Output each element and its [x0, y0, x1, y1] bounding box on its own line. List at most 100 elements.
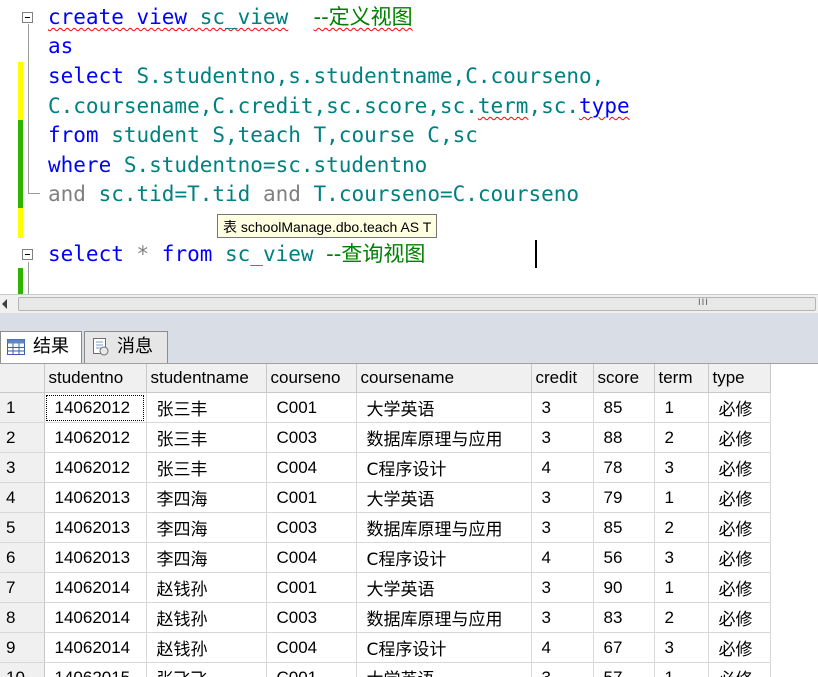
- row-number[interactable]: 5: [0, 512, 45, 543]
- table-cell[interactable]: 必修: [708, 602, 771, 633]
- table-cell[interactable]: 2: [654, 512, 709, 543]
- table-cell[interactable]: 1: [654, 662, 709, 677]
- table-cell[interactable]: 大学英语: [356, 662, 532, 677]
- table-cell[interactable]: 赵钱孙: [146, 632, 267, 663]
- table-row[interactable]: 1014062015张飞飞C001大学英语3571必修: [0, 662, 771, 677]
- table-cell[interactable]: 必修: [708, 632, 771, 663]
- table-cell[interactable]: C程序设计: [356, 452, 532, 483]
- table-cell[interactable]: 56: [593, 542, 655, 573]
- tab-results[interactable]: 结果: [0, 331, 82, 363]
- table-cell[interactable]: 83: [593, 602, 655, 633]
- table-cell[interactable]: 14062013: [44, 542, 147, 573]
- table-cell[interactable]: C001: [266, 572, 357, 603]
- table-cell[interactable]: 数据库原理与应用: [356, 602, 532, 633]
- table-cell[interactable]: 数据库原理与应用: [356, 422, 532, 453]
- table-cell[interactable]: 大学英语: [356, 392, 532, 423]
- table-cell[interactable]: C004: [266, 632, 357, 663]
- results-grid[interactable]: studentno studentname courseno coursenam…: [0, 364, 818, 677]
- table-cell[interactable]: 79: [593, 482, 655, 513]
- tab-messages[interactable]: 消息: [84, 331, 168, 363]
- table-cell[interactable]: 必修: [708, 482, 771, 513]
- table-cell[interactable]: 3: [531, 422, 594, 453]
- table-cell[interactable]: 必修: [708, 512, 771, 543]
- table-cell[interactable]: 14062012: [44, 452, 147, 483]
- table-cell[interactable]: 90: [593, 572, 655, 603]
- column-header[interactable]: studentname: [146, 364, 267, 393]
- table-cell[interactable]: C003: [266, 512, 357, 543]
- column-header[interactable]: credit: [531, 364, 594, 393]
- row-number[interactable]: 1: [0, 392, 45, 423]
- table-cell[interactable]: 3: [654, 542, 709, 573]
- table-cell[interactable]: 1: [654, 572, 709, 603]
- row-number[interactable]: 3: [0, 452, 45, 483]
- column-header[interactable]: term: [654, 364, 709, 393]
- row-number[interactable]: 6: [0, 542, 45, 573]
- table-cell[interactable]: 3: [531, 392, 594, 423]
- column-header[interactable]: score: [593, 364, 655, 393]
- table-row[interactable]: 2 14062012 张三丰 C003 数据库原理与应用 3 88 2 必修: [0, 422, 771, 453]
- table-cell[interactable]: 3: [531, 572, 594, 603]
- table-cell[interactable]: 赵钱孙: [146, 602, 267, 633]
- table-row[interactable]: 8 14062014 赵钱孙 C003 数据库原理与应用 3 83 2 必修: [0, 602, 771, 633]
- scroll-thumb[interactable]: [18, 297, 816, 311]
- table-cell[interactable]: 必修: [708, 392, 771, 423]
- table-cell[interactable]: 67: [593, 632, 655, 663]
- row-number[interactable]: 8: [0, 602, 45, 633]
- column-header[interactable]: studentno: [44, 364, 147, 393]
- table-cell[interactable]: 张三丰: [146, 422, 267, 453]
- table-cell[interactable]: 14062014: [44, 602, 147, 633]
- row-number[interactable]: 4: [0, 482, 45, 513]
- table-cell[interactable]: 必修: [708, 542, 771, 573]
- table-row[interactable]: 9 14062014 赵钱孙 C004 C程序设计 4 67 3 必修: [0, 632, 771, 663]
- table-cell[interactable]: C程序设计: [356, 632, 532, 663]
- collapse-toggle-icon[interactable]: [22, 12, 33, 23]
- table-cell[interactable]: 3: [531, 662, 594, 677]
- table-cell[interactable]: C004: [266, 452, 357, 483]
- table-cell[interactable]: 14062012: [44, 422, 147, 453]
- table-cell[interactable]: 李四海: [146, 512, 267, 543]
- table-cell[interactable]: 张三丰: [146, 392, 267, 423]
- table-cell[interactable]: 必修: [708, 422, 771, 453]
- table-cell[interactable]: 4: [531, 542, 594, 573]
- table-cell[interactable]: 1: [654, 392, 709, 423]
- table-cell[interactable]: 大学英语: [356, 572, 532, 603]
- table-row[interactable]: 1 14062012 张三丰 C001 大学英语 3 85 1 必修: [0, 392, 771, 423]
- table-cell[interactable]: 张三丰: [146, 452, 267, 483]
- collapse-toggle-icon[interactable]: [22, 249, 33, 260]
- column-header[interactable]: coursename: [356, 364, 532, 393]
- table-cell[interactable]: 3: [654, 632, 709, 663]
- table-cell[interactable]: 赵钱孙: [146, 572, 267, 603]
- table-cell[interactable]: C程序设计: [356, 542, 532, 573]
- column-header[interactable]: type: [708, 364, 771, 393]
- table-row[interactable]: 7 14062014 赵钱孙 C001 大学英语 3 90 1 必修: [0, 572, 771, 603]
- table-cell[interactable]: 1: [654, 482, 709, 513]
- table-cell[interactable]: 3: [531, 602, 594, 633]
- table-cell[interactable]: 14062013: [44, 482, 147, 513]
- row-number-header[interactable]: [0, 364, 45, 393]
- table-cell[interactable]: 88: [593, 422, 655, 453]
- table-cell[interactable]: C004: [266, 542, 357, 573]
- table-cell[interactable]: 14062013: [44, 512, 147, 543]
- table-cell[interactable]: C001: [266, 392, 357, 423]
- table-cell[interactable]: 85: [593, 512, 655, 543]
- table-cell[interactable]: 85: [593, 392, 655, 423]
- row-number[interactable]: 10: [0, 662, 45, 677]
- table-cell[interactable]: 3: [654, 452, 709, 483]
- table-row[interactable]: 4 14062013 李四海 C001 大学英语 3 79 1 必修: [0, 482, 771, 513]
- row-number[interactable]: 2: [0, 422, 45, 453]
- table-cell[interactable]: 2: [654, 602, 709, 633]
- table-row[interactable]: 6 14062013 李四海 C004 C程序设计 4 56 3 必修: [0, 542, 771, 573]
- table-cell[interactable]: 必修: [708, 572, 771, 603]
- column-header[interactable]: courseno: [266, 364, 357, 393]
- table-cell[interactable]: 57: [593, 662, 655, 677]
- table-cell[interactable]: 必修: [708, 452, 771, 483]
- table-cell[interactable]: 数据库原理与应用: [356, 512, 532, 543]
- table-cell[interactable]: C001: [266, 662, 357, 677]
- scroll-left-icon[interactable]: [2, 299, 7, 309]
- table-cell[interactable]: 2: [654, 422, 709, 453]
- table-row[interactable]: 5 14062013 李四海 C003 数据库原理与应用 3 85 2 必修: [0, 512, 771, 543]
- table-cell[interactable]: 14062015: [44, 662, 147, 677]
- table-cell[interactable]: 14062012: [44, 392, 147, 423]
- table-cell[interactable]: C001: [266, 482, 357, 513]
- row-number[interactable]: 9: [0, 632, 45, 663]
